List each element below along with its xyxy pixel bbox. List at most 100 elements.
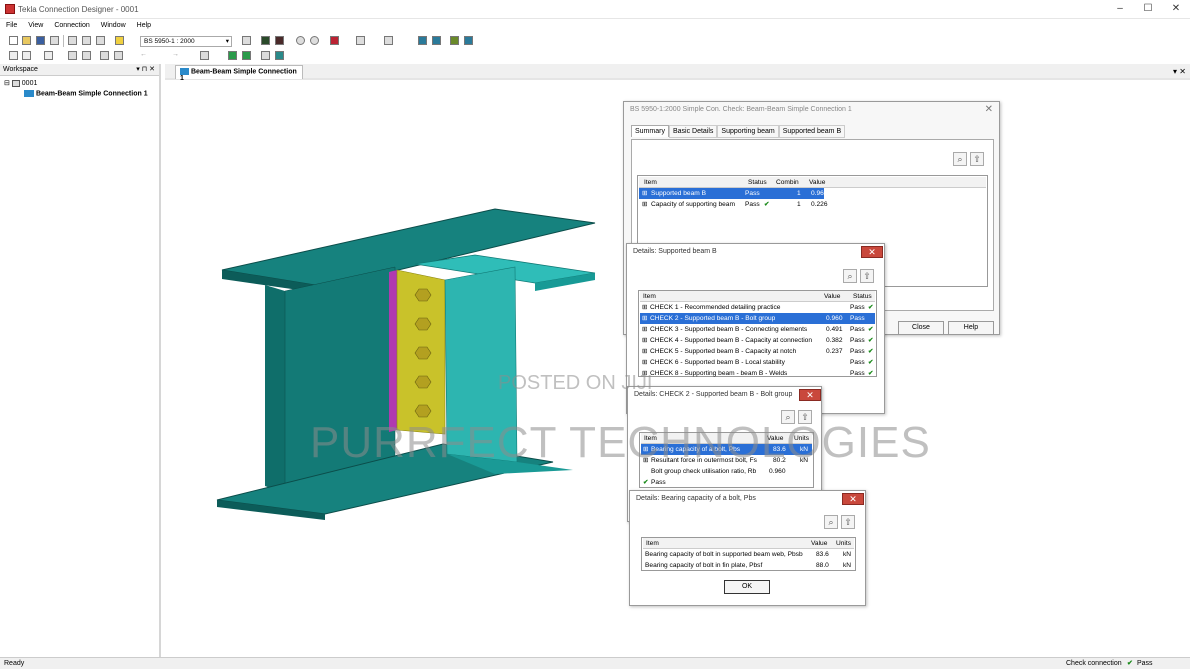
expand-icon[interactable]: ⊞: [642, 188, 648, 199]
menu-connection[interactable]: Connection: [48, 19, 94, 29]
search-icon[interactable]: ⌕: [953, 152, 967, 166]
window-cascade-icon[interactable]: [450, 36, 459, 45]
expand-icon[interactable]: ⊞: [642, 324, 648, 335]
tree-item-connection[interactable]: Beam-Beam Simple Connection 1: [24, 90, 148, 97]
new-file-icon[interactable]: [9, 36, 18, 45]
table-row[interactable]: Bearing capacity of bolt in fin plate, P…: [643, 560, 854, 571]
tab-summary[interactable]: Summary: [631, 125, 669, 137]
details-bearing-dialog[interactable]: Details: Bearing capacity of a bolt, Pbs…: [629, 490, 866, 606]
tab-supported-beam-b[interactable]: Supported beam B: [778, 125, 846, 138]
close-icon[interactable]: ✕: [842, 493, 864, 505]
close-button[interactable]: Close: [898, 321, 944, 335]
pin-icon[interactable]: ⇧: [860, 269, 874, 283]
table-row[interactable]: ⊞ CHECK 1 - Recommended detailing practi…: [640, 302, 875, 313]
grid-icon[interactable]: [9, 51, 18, 60]
link-icon[interactable]: [228, 51, 237, 60]
pin-icon[interactable]: ⇧: [970, 152, 984, 166]
window-layout-icon[interactable]: [418, 36, 427, 45]
render-icon[interactable]: [356, 36, 365, 45]
import-icon[interactable]: [114, 51, 123, 60]
design-code-select[interactable]: BS 5950-1 : 2000 ▾: [140, 36, 232, 47]
row-status: Pass: [850, 348, 865, 355]
table-icon[interactable]: [68, 51, 77, 60]
print-preview-icon[interactable]: [200, 51, 209, 60]
settings-icon[interactable]: [242, 36, 251, 45]
view-3d-icon[interactable]: [330, 36, 339, 45]
table-row[interactable]: ⊞ CHECK 4 - Supported beam B - Capacity …: [640, 335, 875, 346]
tab-beam-connection[interactable]: Beam-Beam Simple Connection 1: [175, 65, 303, 82]
workspace-controls[interactable]: ▾ ⊓ ✕: [136, 65, 155, 73]
pass-label: Pass: [651, 479, 666, 486]
close-icon[interactable]: ✕: [861, 246, 883, 258]
zoom-out-icon[interactable]: [310, 36, 319, 45]
row-value: 88.0: [816, 562, 829, 569]
window-tile-icon[interactable]: [432, 36, 441, 45]
check-icon: ✔: [1127, 660, 1133, 667]
report-icon[interactable]: [275, 36, 284, 45]
table-row[interactable]: ⊞ CHECK 5 - Supported beam B - Capacity …: [640, 346, 875, 357]
ok-button[interactable]: OK: [724, 580, 770, 594]
export-icon[interactable]: [100, 51, 109, 60]
window-title: Tekla Connection Designer - 0001: [18, 5, 139, 14]
expand-icon[interactable]: ⊞: [642, 335, 648, 346]
tree-root[interactable]: ⊟ 0001: [4, 79, 37, 87]
table-row[interactable]: ⊞ CHECK 2 - Supported beam B - Bolt grou…: [640, 313, 875, 324]
tab-supporting-beam[interactable]: Supporting beam: [717, 125, 779, 138]
dialog-close-icon[interactable]: ✕: [985, 104, 993, 115]
search-icon[interactable]: ⌕: [824, 515, 838, 529]
window-arrange-icon[interactable]: [464, 36, 473, 45]
tab-controls[interactable]: ▾ ✕: [1173, 67, 1186, 76]
minimize-button[interactable]: –: [1106, 2, 1134, 16]
arrow-left-icon[interactable]: ←: [140, 51, 149, 60]
menu-file[interactable]: File: [0, 19, 22, 29]
open-folder-icon[interactable]: [22, 36, 31, 45]
zoom-in-icon[interactable]: [296, 36, 305, 45]
edit-icon[interactable]: [68, 36, 77, 45]
help-icon[interactable]: [115, 36, 124, 45]
expand-icon[interactable]: ⊞: [642, 302, 648, 313]
menu-window[interactable]: Window: [95, 19, 131, 29]
calculator-icon[interactable]: [261, 36, 270, 45]
search-icon[interactable]: ⌕: [843, 269, 857, 283]
refresh-icon[interactable]: [275, 51, 284, 60]
row-status: Pass: [850, 315, 865, 322]
tree-root-label: 0001: [21, 80, 38, 87]
expand-icon[interactable]: ⊞: [642, 199, 648, 210]
paste-icon[interactable]: [96, 36, 105, 45]
tree-collapse-icon[interactable]: ⊟: [4, 80, 10, 87]
row-item: Bearing capacity of bolt in fin plate, P…: [645, 562, 763, 569]
expand-icon[interactable]: ⊞: [642, 346, 648, 357]
toolbar-secondary: ← →: [0, 48, 1190, 64]
table-row[interactable]: ⊞ CHECK 3 - Supported beam B - Connectin…: [640, 324, 875, 335]
maximize-button[interactable]: ☐: [1134, 2, 1162, 16]
menu-view[interactable]: View: [22, 19, 48, 29]
chart-icon[interactable]: [82, 51, 91, 60]
tab-basic-details[interactable]: Basic Details: [668, 125, 718, 138]
copy-icon[interactable]: [82, 36, 91, 45]
close-icon[interactable]: ✕: [799, 389, 821, 401]
arrow-right-icon[interactable]: →: [172, 51, 181, 60]
menu-help[interactable]: Help: [131, 19, 156, 29]
grid-header: Item Value Status: [640, 291, 875, 302]
save-icon[interactable]: [36, 36, 45, 45]
table-row[interactable]: ⊞ Supported beam B Pass 1 0.960: [639, 188, 828, 199]
pin-icon[interactable]: ⇧: [841, 515, 855, 529]
camera-icon[interactable]: [261, 51, 270, 60]
table-row[interactable]: ⊞ CHECK 8 - Supporting beam - beam B - W…: [640, 368, 875, 379]
expand-icon[interactable]: ⊞: [642, 313, 648, 324]
tree-icon[interactable]: [242, 51, 251, 60]
print-icon[interactable]: [50, 36, 59, 45]
status-check-connection: Check connection: [1066, 660, 1122, 667]
expand-icon[interactable]: ⊞: [642, 357, 648, 368]
col-item: Item: [644, 179, 657, 186]
help-button[interactable]: Help: [948, 321, 994, 335]
undo-view-icon[interactable]: [384, 36, 393, 45]
table-row[interactable]: Bearing capacity of bolt in supported be…: [643, 549, 854, 560]
list-icon[interactable]: [44, 51, 53, 60]
close-window-button[interactable]: ✕: [1162, 2, 1190, 16]
status-bar: Ready Check connection ✔ Pass: [0, 657, 1190, 669]
layers-icon[interactable]: [22, 51, 31, 60]
table-row[interactable]: ⊞ Capacity of supporting beam Pass ✔ 1 0…: [639, 199, 986, 210]
row-units: kN: [843, 562, 852, 569]
table-row[interactable]: ⊞ CHECK 6 - Supported beam B - Local sta…: [640, 357, 875, 368]
